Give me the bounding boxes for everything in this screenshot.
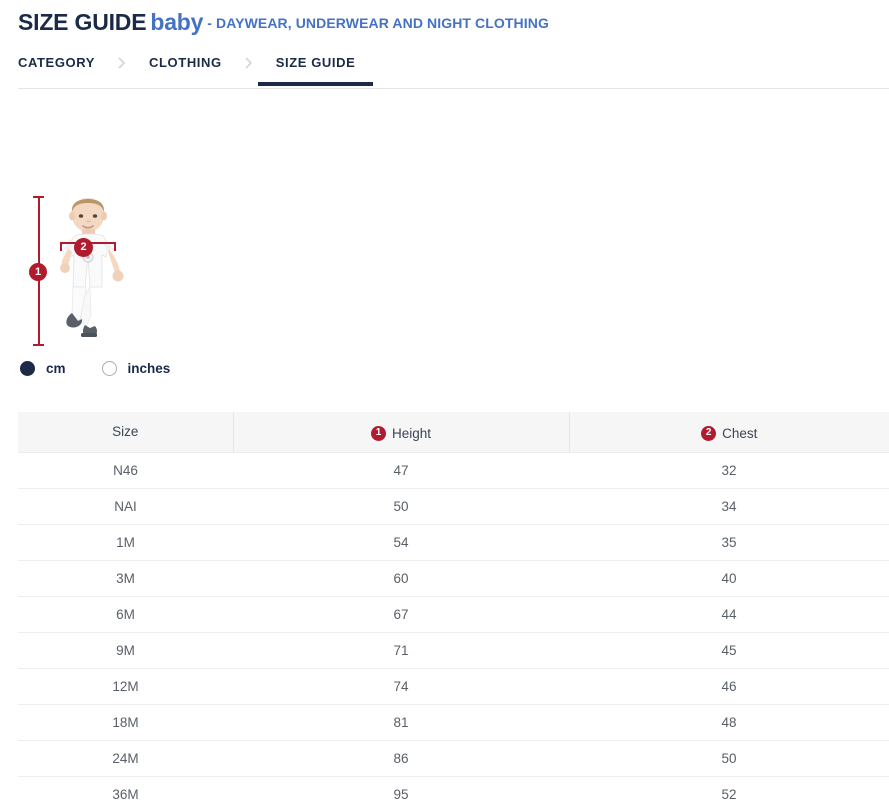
column-header-size: Size — [18, 412, 233, 452]
size-table-container: Size 1 Height 2 Chest — [18, 412, 889, 812]
size-table-head: Size 1 Height 2 Chest — [18, 412, 889, 452]
cell-chest: 35 — [569, 524, 889, 560]
cell-chest: 46 — [569, 668, 889, 704]
unit-label-inches: inches — [128, 361, 171, 376]
cell-height: 47 — [233, 452, 569, 488]
table-header-row: Size 1 Height 2 Chest — [18, 412, 889, 452]
unit-selector: cm inches — [20, 358, 206, 378]
cell-chest: 44 — [569, 596, 889, 632]
page-title: SIZE GUIDEbaby- DAYWEAR, UNDERWEAR AND N… — [18, 11, 549, 34]
badge-icon-1: 1 — [371, 426, 386, 441]
chest-line-cap-left — [60, 242, 62, 251]
marker-badge-chest: 2 — [74, 238, 93, 257]
radio-cm[interactable] — [20, 361, 35, 376]
cell-height: 71 — [233, 632, 569, 668]
cell-height: 81 — [233, 704, 569, 740]
table-row: NAI 50 34 — [18, 488, 889, 524]
height-line-cap-bottom — [33, 344, 44, 346]
table-row: 12M 74 46 — [18, 668, 889, 704]
table-row: N46 47 32 — [18, 452, 889, 488]
cell-size: 6M — [18, 596, 233, 632]
column-header-size-label: Size — [112, 424, 138, 439]
unit-option-inches[interactable]: inches — [102, 361, 171, 376]
page-title-main: SIZE GUIDE — [18, 9, 146, 35]
cell-height: 50 — [233, 488, 569, 524]
chevron-right-icon — [115, 56, 129, 70]
badge-icon-2: 2 — [701, 426, 716, 441]
chest-line-cap-right — [114, 242, 116, 251]
table-row: 6M 67 44 — [18, 596, 889, 632]
cell-height: 74 — [233, 668, 569, 704]
table-row: 9M 71 45 — [18, 632, 889, 668]
cell-chest: 50 — [569, 740, 889, 776]
unit-label-cm: cm — [46, 361, 66, 376]
table-row: 3M 60 40 — [18, 560, 889, 596]
column-header-height: 1 Height — [233, 412, 569, 452]
cell-chest: 48 — [569, 704, 889, 740]
cell-chest: 32 — [569, 452, 889, 488]
cell-height: 86 — [233, 740, 569, 776]
chevron-right-icon — [242, 56, 256, 70]
cell-size: 3M — [18, 560, 233, 596]
breadcrumb-item-size-guide[interactable]: SIZE GUIDE — [276, 50, 356, 86]
size-table-body: N46 47 32 NAI 50 34 1M 54 35 3M 60 40 6M — [18, 452, 889, 812]
page-title-accent: baby — [150, 9, 203, 35]
table-row: 1M 54 35 — [18, 524, 889, 560]
cell-height: 60 — [233, 560, 569, 596]
cell-chest: 40 — [569, 560, 889, 596]
cell-size: 9M — [18, 632, 233, 668]
column-header-chest: 2 Chest — [569, 412, 889, 452]
cell-size: 18M — [18, 704, 233, 740]
measurement-figure: 1 — [0, 185, 250, 355]
cell-size: NAI — [18, 488, 233, 524]
cell-chest: 34 — [569, 488, 889, 524]
breadcrumb-divider — [18, 88, 889, 89]
size-table: Size 1 Height 2 Chest — [18, 412, 889, 812]
table-row: 24M 86 50 — [18, 740, 889, 776]
unit-option-cm[interactable]: cm — [20, 361, 66, 376]
column-header-chest-label: Chest — [722, 426, 757, 441]
baby-photo — [52, 195, 136, 345]
column-header-height-label: Height — [392, 426, 431, 441]
cell-size: 12M — [18, 668, 233, 704]
table-row: 36M 95 52 — [18, 776, 889, 812]
breadcrumb: CATEGORY CLOTHING SIZE GUIDE — [18, 50, 372, 90]
table-row: 18M 81 48 — [18, 704, 889, 740]
radio-inches[interactable] — [102, 361, 117, 376]
cell-chest: 52 — [569, 776, 889, 812]
cell-size: N46 — [18, 452, 233, 488]
cell-height: 95 — [233, 776, 569, 812]
cell-size: 36M — [18, 776, 233, 812]
breadcrumb-item-clothing[interactable]: CLOTHING — [149, 50, 222, 86]
marker-badge-height: 1 — [29, 263, 47, 281]
cell-size: 1M — [18, 524, 233, 560]
page-title-subtitle: - DAYWEAR, UNDERWEAR AND NIGHT CLOTHING — [207, 15, 549, 31]
cell-chest: 45 — [569, 632, 889, 668]
cell-height: 67 — [233, 596, 569, 632]
cell-height: 54 — [233, 524, 569, 560]
cell-size: 24M — [18, 740, 233, 776]
breadcrumb-item-category[interactable]: CATEGORY — [18, 50, 95, 86]
